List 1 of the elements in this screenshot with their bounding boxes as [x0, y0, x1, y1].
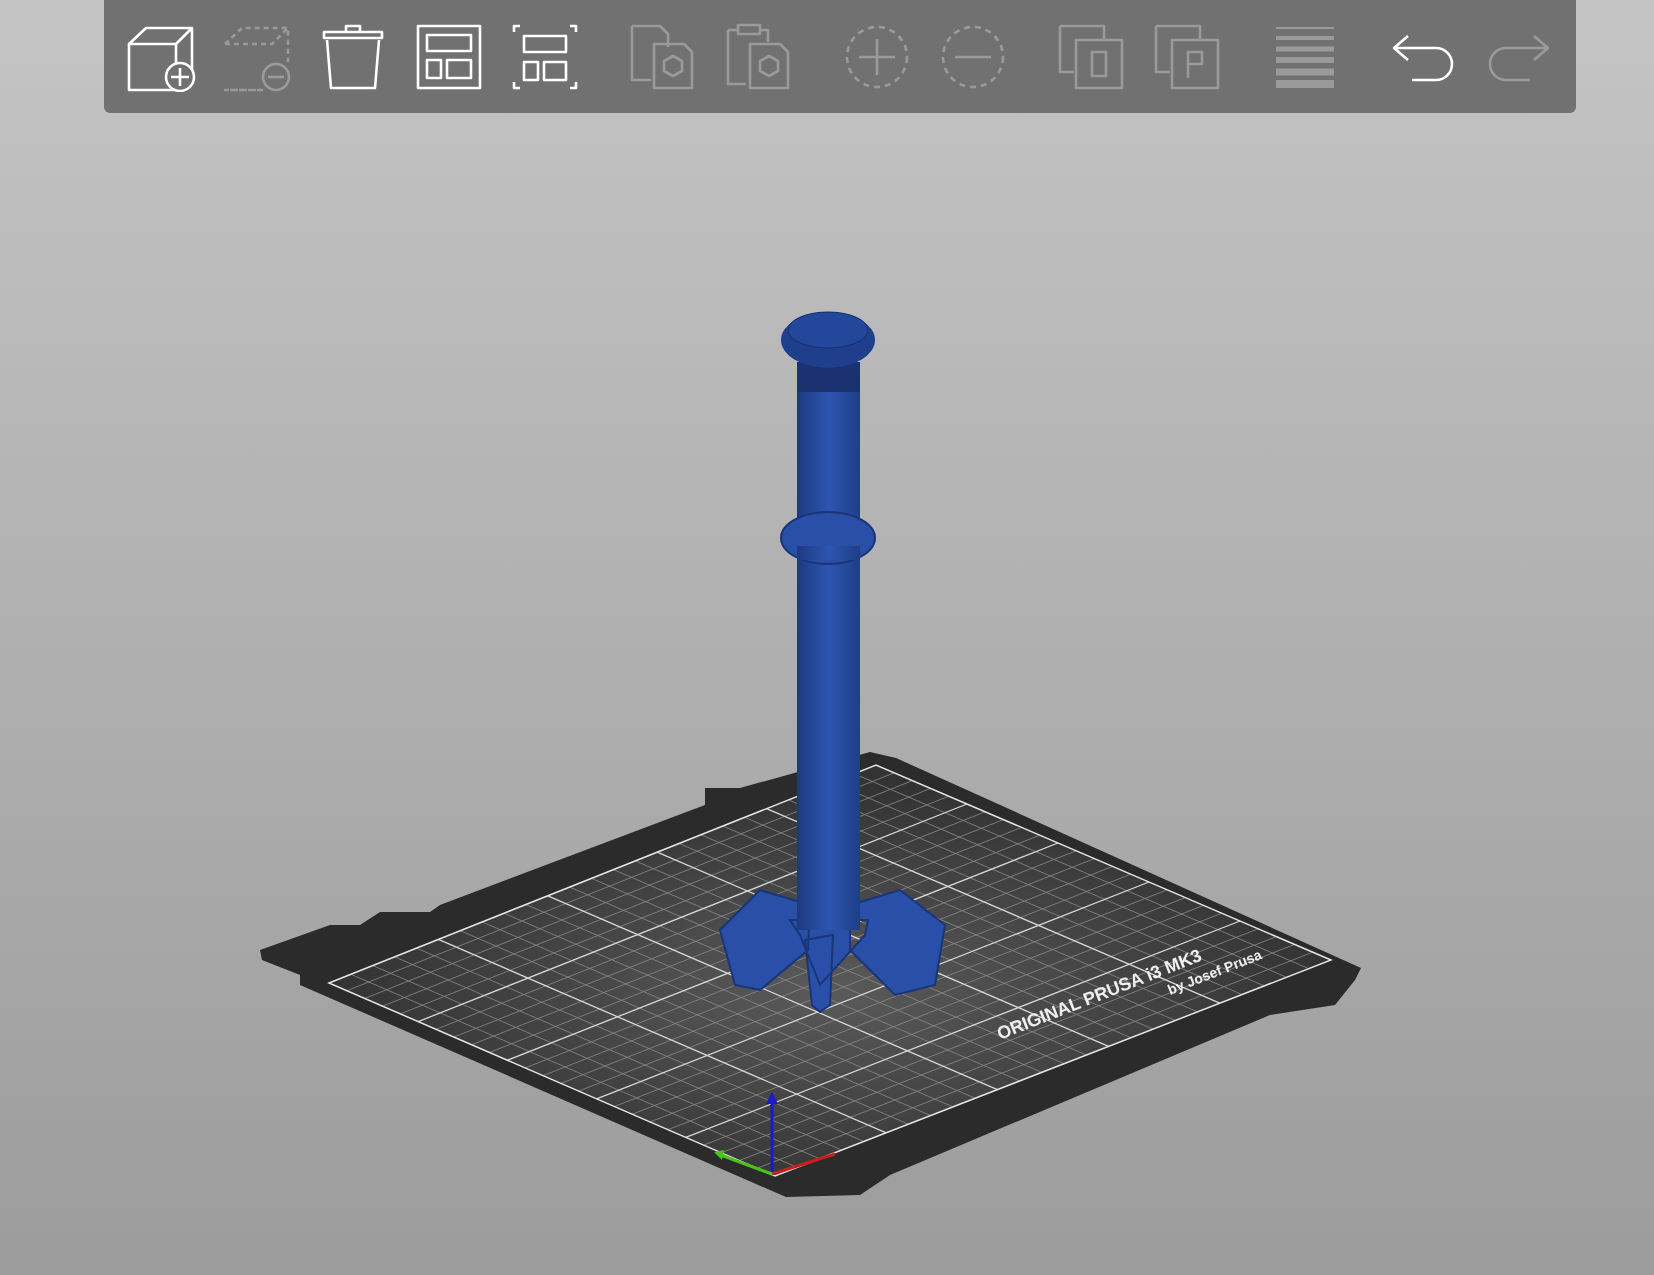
- spool-holder-model-drawing[interactable]: [718, 311, 947, 1014]
